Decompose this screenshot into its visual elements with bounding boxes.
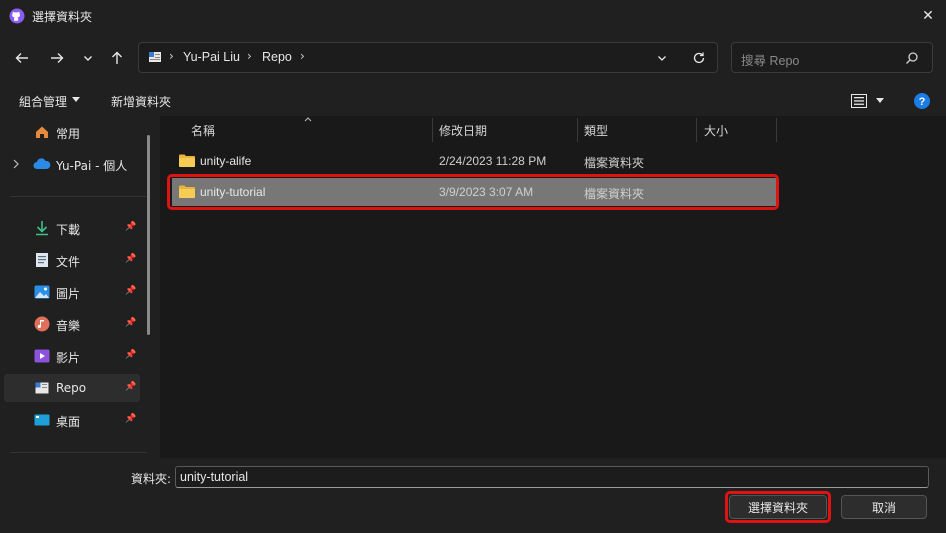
caret-down-icon [72,97,80,102]
folder-field-label: 資料夾: [131,472,172,486]
column-divider[interactable] [696,118,697,142]
document-icon [36,253,48,267]
folder-name-input[interactable]: unity-tutorial [175,466,929,488]
column-header-size[interactable]: 大小 [704,122,728,139]
home-icon [36,126,48,138]
sidebar-scrollbar[interactable] [147,135,150,335]
sidebar-item-label: 影片 [56,351,81,365]
pin-icon[interactable]: 📌 [125,350,136,360]
chevron-down-icon [84,56,92,61]
file-modified: 2/24/2023 11:28 PM [439,154,547,168]
github-app-icon [9,8,25,24]
pin-icon[interactable]: 📌 [125,286,136,296]
folder-icon [35,382,49,394]
arrow-up-icon [112,51,122,64]
back-button[interactable] [10,46,34,70]
column-header-modified[interactable]: 修改日期 [439,122,487,139]
search-icon[interactable] [905,51,919,65]
column-divider[interactable] [577,118,578,142]
cancel-button[interactable]: 取消 [841,495,927,519]
pictures-icon [34,285,50,299]
desktop-icon [34,414,50,426]
onedrive-cloud-icon [33,158,51,169]
sidebar-item-label: 桌面 [56,415,81,429]
breadcrumb-repo[interactable]: Repo [262,50,292,64]
sidebar-divider [10,452,146,453]
music-icon [34,316,50,332]
sidebar-item-label: 常用 [56,127,81,141]
refresh-icon [693,52,705,64]
sidebar-item-label: 文件 [56,255,81,269]
breadcrumb-separator: › [169,49,174,63]
recent-locations-button[interactable] [76,46,100,70]
sidebar-item-onedrive[interactable]: Yu-Pai - 個人 [4,150,140,178]
close-button[interactable]: ✕ [918,6,938,26]
sidebar-item-documents[interactable]: 文件 📌 [4,246,140,274]
forward-button[interactable] [45,46,69,70]
sidebar-item-videos[interactable]: 影片 📌 [4,342,140,370]
view-options-caret-icon[interactable] [876,98,884,104]
location-folder-icon [149,52,161,62]
close-icon: ✕ [922,8,934,24]
sidebar-item-label: 圖片 [56,287,81,301]
new-folder-button[interactable]: 新增資料夾 [111,93,171,110]
pin-icon[interactable]: 📌 [125,318,136,328]
sidebar-item-desktop[interactable]: 桌面 📌 [4,406,140,434]
sidebar-item-pictures[interactable]: 圖片 📌 [4,278,140,306]
refresh-button[interactable] [687,46,711,70]
pin-icon[interactable]: 📌 [125,382,136,392]
chevron-down-icon [658,56,666,61]
breadcrumb-separator: › [300,49,305,63]
title-bar [0,0,946,32]
cancel-label: 取消 [871,500,896,515]
download-icon [36,221,48,236]
view-details-icon[interactable] [851,94,867,108]
sidebar-item-label: 音樂 [56,319,81,333]
arrow-right-icon [51,53,64,63]
breadcrumb-user[interactable]: Yu-Pai Liu [183,50,240,64]
dialog-title: 選擇資料夾 [32,10,93,24]
help-icon[interactable]: ? [914,93,930,109]
pin-icon[interactable]: 📌 [125,414,136,424]
search-placeholder[interactable]: 搜尋 Repo [741,50,799,69]
pin-icon[interactable]: 📌 [125,254,136,264]
file-name: unity-alife [200,154,252,168]
sidebar-item-downloads[interactable]: 下載 📌 [4,214,140,242]
organize-menu[interactable]: 組合管理 [19,93,67,110]
video-icon [34,349,50,363]
breadcrumb-separator: › [247,49,252,63]
column-header-name[interactable]: 名稱 [191,122,215,139]
column-divider[interactable] [432,118,433,142]
column-header-type[interactable]: 類型 [584,122,608,139]
file-type: 檔案資料夾 [584,156,645,170]
up-button[interactable] [105,46,129,70]
expand-chevron-icon[interactable] [12,159,20,169]
sidebar-item-repo[interactable]: Repo 📌 [4,374,140,402]
sidebar-divider [10,196,146,197]
table-row[interactable]: unity-alife 2/24/2023 11:28 PM 檔案資料夾 [172,147,776,175]
pin-icon[interactable]: 📌 [125,222,136,232]
sidebar-item-label: Repo [56,381,87,395]
sidebar-item-label: 下載 [56,223,81,237]
address-dropdown-button[interactable] [650,46,674,70]
selection-highlight-annotation [167,174,779,210]
sidebar-item-home[interactable]: 常用 [4,118,140,146]
sort-ascending-icon [304,117,312,122]
svg-text:?: ? [919,96,926,108]
folder-icon [179,154,195,167]
column-divider[interactable] [776,118,777,142]
button-highlight-annotation [725,491,831,523]
sidebar-item-music[interactable]: 音樂 📌 [4,310,140,338]
sidebar-item-label: Yu-Pai - 個人 [56,159,128,173]
arrow-left-icon [15,53,28,63]
